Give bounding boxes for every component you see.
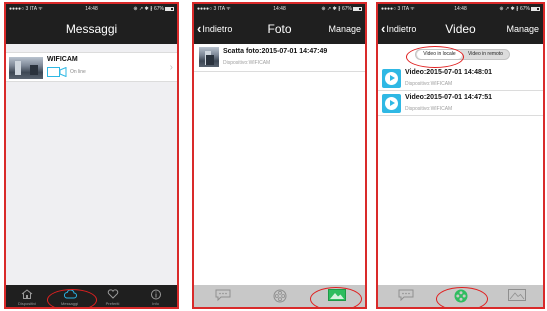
screenshot-collage: ●●●●○ 3 ITA ᯤ 14:48 ⊕ ↗ ✱ ∦ 67% Messaggi…: [0, 0, 547, 311]
video-device: Dispositivo:WIFICAM: [405, 106, 453, 112]
battery-percent: ⊕ ↗ ✱ ∦ 67%: [499, 6, 530, 12]
photo-title: Scatta foto:2015-07-01 14:47:49: [223, 48, 328, 55]
manage-button[interactable]: Manage: [506, 14, 539, 44]
photo-device: Dispositivo:WIFICAM: [223, 60, 271, 66]
tab-messages[interactable]: [194, 285, 251, 307]
tab-favorites[interactable]: Preferiti: [91, 285, 134, 307]
heart-icon: [107, 289, 118, 299]
phone-screen-messages: ●●●●○ 3 ITA ᯤ 14:48 ⊕ ↗ ✱ ∦ 67% Messaggi…: [4, 2, 179, 309]
navigation-bar: ‹Indietro Foto Manage: [194, 14, 365, 44]
device-thumbnail: [9, 57, 43, 79]
page-title: Messaggi: [65, 22, 118, 36]
navigation-bar: Messaggi: [6, 14, 177, 44]
manage-button[interactable]: Manage: [328, 14, 361, 44]
tab-video[interactable]: [251, 285, 308, 307]
highlight-circle: [47, 289, 97, 307]
phone-screen-photo: ●●●●○ 3 ITA ᯤ 14:48 ⊕ ↗ ✱ ∦ 67% ‹Indietr…: [192, 2, 367, 309]
list-item[interactable]: Video:2015-07-01 14:47:51 Dispositivo:WI…: [378, 91, 543, 116]
chat-icon: [215, 289, 230, 301]
navigation-bar: ‹Indietro Video Manage: [378, 14, 543, 44]
status-indicators: ⊕ ↗ ✱ ∦ 67%: [499, 4, 540, 14]
tab-info[interactable]: Info: [134, 285, 177, 307]
video-title: Video:2015-07-01 14:48:01: [405, 69, 493, 76]
play-icon: [382, 69, 401, 88]
battery-percent: ⊕ ↗ ✱ ∦ 67%: [133, 6, 164, 12]
messages-list: WIFICAM On line ›: [6, 44, 177, 285]
video-camera-icon: [47, 67, 67, 77]
status-bar: ●●●●○ 3 ITA ᯤ 14:48 ⊕ ↗ ✱ ∦ 67%: [378, 4, 543, 14]
device-name: WIFICAM: [47, 56, 78, 63]
chat-icon: [398, 289, 413, 301]
segment-remote-videos[interactable]: Video in remoto: [463, 50, 508, 59]
video-device: Dispositivo:WIFICAM: [405, 81, 453, 87]
chevron-right-icon: ›: [169, 62, 173, 73]
device-row[interactable]: WIFICAM On line ›: [6, 52, 177, 82]
device-status: On line: [70, 69, 86, 75]
info-icon: [150, 289, 161, 300]
film-reel-icon: [273, 289, 286, 303]
status-indicators: ⊕ ↗ ✱ ∦ 67%: [133, 4, 174, 14]
video-list: Video in locale Video in remoto Video:20…: [378, 44, 543, 285]
home-icon: [21, 289, 33, 299]
tab-devices[interactable]: Dispositivi: [6, 285, 48, 307]
list-item[interactable]: Scatta foto:2015-07-01 14:47:49 Disposit…: [194, 44, 365, 72]
list-item[interactable]: Video:2015-07-01 14:48:01 Dispositivo:WI…: [378, 66, 543, 91]
photo-thumbnail: [199, 47, 219, 67]
highlight-circle: [436, 287, 488, 307]
tab-messages[interactable]: [378, 285, 433, 307]
phone-screen-video: ●●●●○ 3 ITA ᯤ 14:48 ⊕ ↗ ✱ ∦ 67% ‹Indietr…: [376, 2, 545, 309]
status-indicators: ⊕ ↗ ✱ ∦ 67%: [321, 4, 362, 14]
status-bar: ●●●●○ 3 ITA ᯤ 14:48 ⊕ ↗ ✱ ∦ 67%: [194, 4, 365, 14]
tab-label: Preferiti: [105, 301, 120, 306]
tab-label: Dispositivi: [17, 301, 36, 306]
battery-icon: [531, 6, 540, 11]
play-icon: [382, 94, 401, 113]
image-icon: [508, 289, 526, 301]
battery-icon: [353, 6, 362, 11]
highlight-circle: [310, 287, 362, 307]
video-title: Video:2015-07-01 14:47:51: [405, 94, 493, 101]
highlight-circle: [406, 46, 464, 68]
battery-percent: ⊕ ↗ ✱ ∦ 67%: [321, 6, 352, 12]
status-bar: ●●●●○ 3 ITA ᯤ 14:48 ⊕ ↗ ✱ ∦ 67%: [6, 4, 177, 14]
tab-label: Info: [152, 301, 159, 306]
battery-icon: [165, 6, 174, 11]
photo-list: Scatta foto:2015-07-01 14:47:49 Disposit…: [194, 44, 365, 285]
tab-photo[interactable]: [489, 285, 543, 307]
